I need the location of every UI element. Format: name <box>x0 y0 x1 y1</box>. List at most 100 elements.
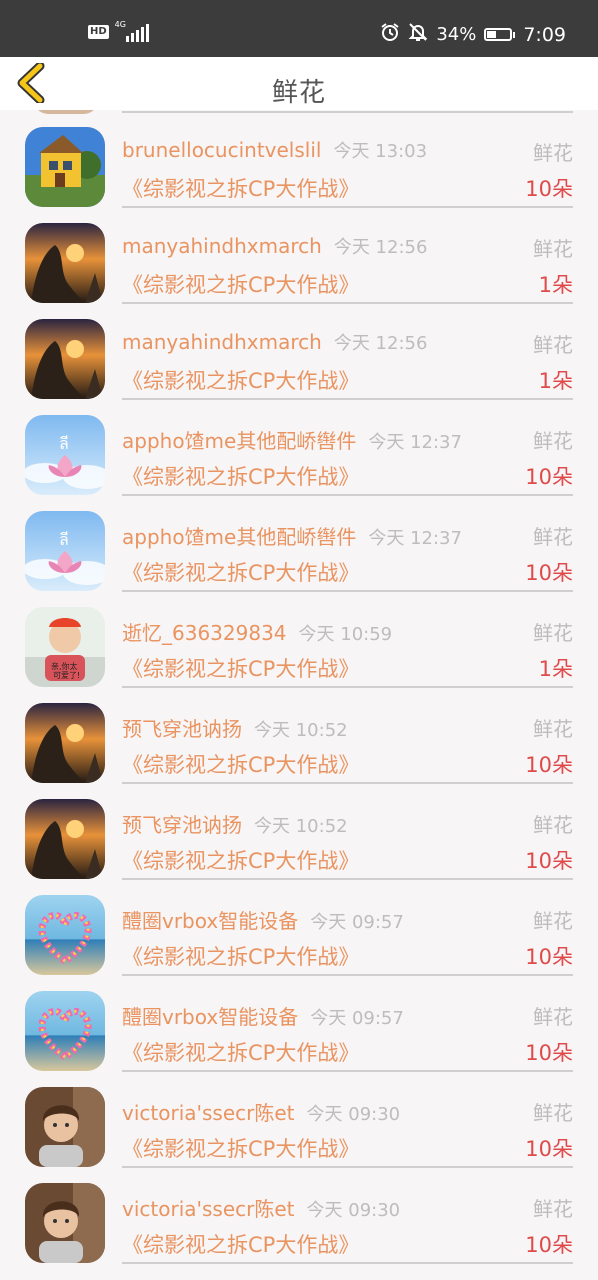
gift-record-row[interactable]: ลี appho馇me其他配峤辔件 今天 12:37 鲜花 《综影视之拆CP大作战》 10… <box>0 398 598 496</box>
user-name-line: appho馇me其他配峤辔件 今天 12:37 <box>122 425 462 454</box>
battery-percent: 34% <box>436 24 477 45</box>
user-name-line: appho馇me其他配峤辔件 今天 12:37 <box>122 521 462 550</box>
gift-type: 鲜花 <box>533 333 573 357</box>
show-title[interactable]: 《综影视之拆CP大作战》 <box>122 1229 359 1259</box>
gift-record-row[interactable]: victoria'ssecr陈et 今天 09:30 鲜花 《综影视之拆CP大作战》 1… <box>0 1070 598 1168</box>
gift-count: 10朵 <box>525 849 573 873</box>
gift-count: 1朵 <box>538 369 573 393</box>
gift-count: 10朵 <box>525 465 573 489</box>
gift-count: 10朵 <box>525 945 573 969</box>
gift-type: 鲜花 <box>533 141 573 165</box>
avatar[interactable] <box>25 895 105 975</box>
avatar[interactable] <box>25 223 105 303</box>
timestamp: 今天 13:03 <box>333 141 428 162</box>
avatar[interactable] <box>25 1087 105 1167</box>
gift-type: 鲜花 <box>533 621 573 645</box>
user-name[interactable]: 预飞穿池讷扬 <box>122 717 242 741</box>
user-name[interactable]: 逝忆_636329834 <box>122 621 287 645</box>
network-status: HD 4G <box>88 20 149 42</box>
show-title[interactable]: 《综影视之拆CP大作战》 <box>122 1133 359 1163</box>
svg-text:ลี: ลี <box>59 530 69 549</box>
show-title[interactable]: 《综影视之拆CP大作战》 <box>122 365 359 395</box>
gift-record-row[interactable]: victoria'ssecr陈et 今天 09:30 鲜花《综影视之拆CP大作战》 1… <box>0 1166 598 1264</box>
timestamp: 今天 09:30 <box>306 1200 401 1221</box>
avatar[interactable] <box>25 703 105 783</box>
user-name[interactable]: 预飞穿池讷扬 <box>122 813 242 837</box>
gift-type: 鲜花 <box>533 909 573 933</box>
gift-type: 鲜花 <box>533 525 573 549</box>
user-name-line: brunellocucintvelslil 今天 13:03 <box>122 137 427 163</box>
gift-record-row[interactable]: 预飞穿池讷扬 今天 10:52 鲜花 《综影视之拆CP大作战》 10朵 <box>0 686 598 784</box>
show-title[interactable]: 《综影视之拆CP大作战》 <box>122 557 359 587</box>
show-title[interactable]: 《综影视之拆CP大作战》 <box>122 653 359 683</box>
gift-record-row[interactable]: 亲,你太 可爱了! 逝忆_636329834 今天 10:59 鲜花《综影视之拆CP大作… <box>0 590 598 688</box>
status-bar: HD 4G 34% 7:09 <box>0 0 598 57</box>
gift-type: 鲜花 <box>533 1197 573 1221</box>
gift-record-list[interactable]: brunellocucintvelslil 今天 13:03 鲜花 《综影视之拆CP大… <box>0 110 598 1280</box>
avatar[interactable] <box>25 991 105 1071</box>
timestamp: 今天 10:52 <box>254 720 348 741</box>
timestamp: 今天 09:30 <box>306 1104 401 1125</box>
user-name[interactable]: 醴圈vrbox智能设备 <box>122 1005 298 1029</box>
show-title[interactable]: 《综影视之拆CP大作战》 <box>122 749 359 779</box>
gift-count: 1朵 <box>538 273 573 297</box>
gift-record-row[interactable]: 醴圈vrbox智能设备 今天 09:57 鲜花《综影视之拆CP大作战》 10朵 <box>0 878 598 976</box>
user-name[interactable]: manyahindhxmarch <box>122 330 322 354</box>
navigation-bar: 鲜花 <box>0 57 598 110</box>
show-title[interactable]: 《综影视之拆CP大作战》 <box>122 269 359 299</box>
user-name[interactable]: appho馇me其他配峤辔件 <box>122 525 356 549</box>
signal-icon: 4G <box>114 20 149 42</box>
network-type: 4G <box>114 20 126 29</box>
show-title[interactable]: 《综影视之拆CP大作战》 <box>122 173 359 203</box>
avatar[interactable] <box>25 799 105 879</box>
avatar[interactable] <box>25 1183 105 1263</box>
gift-count: 10朵 <box>525 177 573 201</box>
timestamp: 今天 12:56 <box>333 237 428 258</box>
show-title[interactable]: 《综影视之拆CP大作战》 <box>122 1037 359 1067</box>
avatar[interactable] <box>25 127 105 207</box>
gift-count: 10朵 <box>525 1041 573 1065</box>
show-title[interactable]: 《综影视之拆CP大作战》 <box>122 941 359 971</box>
avatar[interactable]: ลี <box>25 415 105 495</box>
show-title[interactable]: 《综影视之拆CP大作战》 <box>122 845 359 875</box>
gift-record-row[interactable]: brunellocucintvelslil 今天 13:03 鲜花《综影视之拆CP大… <box>0 110 598 208</box>
clock: 7:09 <box>523 23 566 46</box>
user-name[interactable]: manyahindhxmarch <box>122 234 322 258</box>
gift-record-row[interactable]: ลี appho馇me其他配峤辔件 今天 12:37 鲜花《综影视之拆CP大作战》 10… <box>0 494 598 592</box>
user-name[interactable]: brunellocucintvelslil <box>122 138 321 162</box>
user-name-line: 醴圈vrbox智能设备 今天 09:57 <box>122 905 404 934</box>
gift-count: 10朵 <box>525 1233 573 1257</box>
timestamp: 今天 12:37 <box>368 432 462 453</box>
gift-record-row[interactable]: manyahindhxmarch 今天 12:56 鲜花《综影视之拆CP大作战》 1朵 <box>0 302 598 400</box>
user-name-line: manyahindhxmarch 今天 12:56 <box>122 329 427 355</box>
gift-record-row[interactable]: 预飞穿池讷扬 今天 10:52 鲜花《综影视之拆CP大作战》 10朵 <box>0 782 598 880</box>
user-name-line: 醴圈vrbox智能设备 今天 09:57 <box>122 1001 404 1030</box>
page-title: 鲜花 <box>271 78 326 108</box>
battery-icon <box>484 28 516 41</box>
avatar[interactable]: 亲,你太 可爱了! <box>25 607 105 687</box>
user-name[interactable]: victoria'ssecr陈et <box>122 1197 295 1221</box>
alarm-icon <box>380 22 400 47</box>
user-name-line: victoria'ssecr陈et 今天 09:30 <box>122 1097 400 1126</box>
svg-text:可爱了!: 可爱了! <box>53 671 80 680</box>
show-title[interactable]: 《综影视之拆CP大作战》 <box>122 461 359 491</box>
user-name-line: 逝忆_636329834 今天 10:59 <box>122 617 392 646</box>
user-name-line: 预飞穿池讷扬 今天 10:52 <box>122 713 348 742</box>
divider <box>122 1262 573 1264</box>
gift-type: 鲜花 <box>533 1005 573 1029</box>
gift-count: 10朵 <box>525 561 573 585</box>
user-name[interactable]: appho馇me其他配峤辔件 <box>122 429 356 453</box>
gift-count: 1朵 <box>538 657 573 681</box>
gift-record-row[interactable]: 醴圈vrbox智能设备 今天 09:57 鲜花《综影视之拆CP大作战》 10朵 <box>0 974 598 1072</box>
mute-bell-icon <box>408 22 428 47</box>
user-name[interactable]: victoria'ssecr陈et <box>122 1101 295 1125</box>
timestamp: 今天 12:37 <box>368 528 462 549</box>
timestamp: 今天 09:57 <box>310 912 404 933</box>
gift-record-row[interactable]: manyahindhxmarch 今天 12:56 鲜花《综影视之拆CP大作战》 1朵 <box>0 206 598 304</box>
avatar[interactable] <box>25 319 105 399</box>
user-name[interactable]: 醴圈vrbox智能设备 <box>122 909 298 933</box>
gift-type: 鲜花 <box>533 237 573 261</box>
user-name-line: 预飞穿池讷扬 今天 10:52 <box>122 809 348 838</box>
avatar[interactable]: ลี <box>25 511 105 591</box>
gift-type: 鲜花 <box>533 813 573 837</box>
